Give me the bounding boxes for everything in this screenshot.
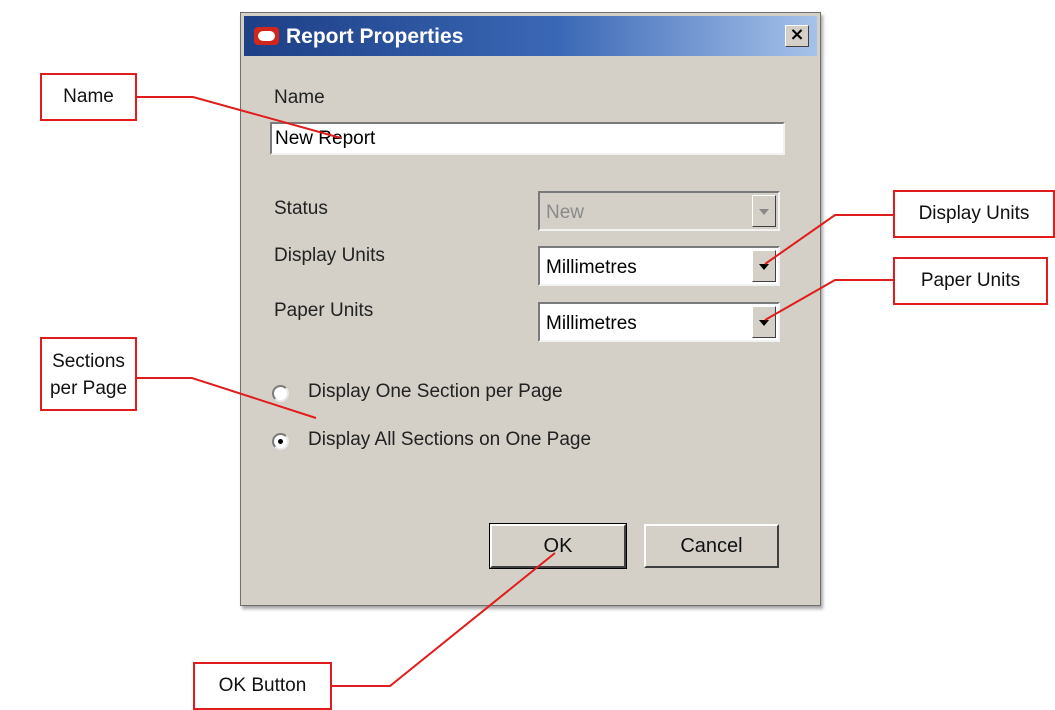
callout-sections-line2: per Page [49,378,128,399]
callout-sections-line1: Sections [52,351,125,372]
callout-leader-lines [137,96,893,687]
callout-paper-units: Paper Units [893,257,1048,305]
callout-sections-per-page: Sections per Page [40,337,137,411]
callout-name: Name [40,73,137,121]
callout-ok-button: OK Button [193,662,332,710]
name-leader-line [137,96,342,139]
paper-units-leader-line [764,279,893,321]
sections-leader-line [137,377,317,419]
callout-display-units: Display Units [893,190,1055,238]
ok-button-leader-line [332,552,556,687]
display-units-leader-line [764,214,893,265]
